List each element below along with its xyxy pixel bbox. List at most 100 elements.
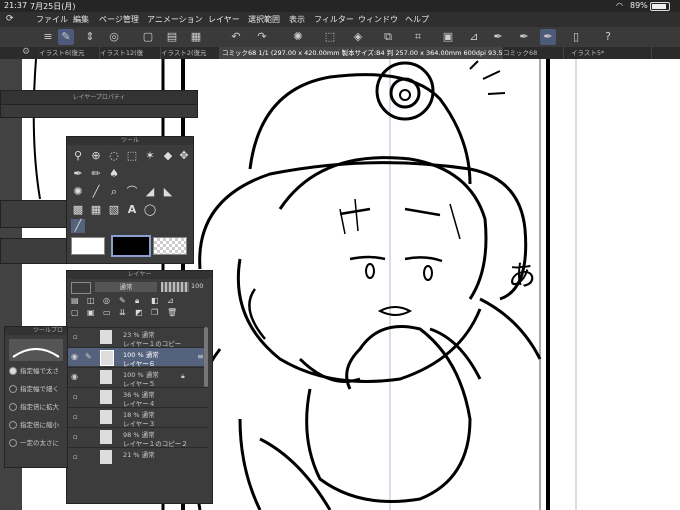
menu-help[interactable]: ヘルプ — [405, 14, 429, 25]
opacity-value[interactable]: 100 — [191, 282, 203, 290]
pen-tool-icon[interactable]: ✒ — [71, 167, 85, 181]
image-icon[interactable]: ▣ — [440, 29, 456, 45]
eyedropper-icon[interactable]: ⚲ — [71, 149, 85, 163]
visibility-off-icon[interactable]: ▫ — [73, 453, 78, 461]
settings-icon[interactable]: ⚙ — [22, 47, 30, 57]
layer-row[interactable]: ▫ 98 % 通常 レイヤー１のコピー２ — [67, 427, 208, 448]
pencil-icon[interactable]: ✏ — [89, 167, 103, 181]
tab-illust2[interactable]: イラスト2(復元 — [158, 47, 222, 59]
line-icon[interactable]: ╱ — [89, 185, 103, 199]
layer-row[interactable]: ▫ 21 % 通常 — [67, 447, 208, 464]
visibility-off-icon[interactable]: ▫ — [73, 333, 78, 341]
device-icon[interactable]: ▯ — [568, 29, 584, 45]
visibility-off-icon[interactable]: ▫ — [73, 393, 78, 401]
menu-file[interactable]: ファイル — [36, 14, 68, 25]
draft-icon[interactable]: ✎ — [119, 296, 126, 305]
clip-icon[interactable]: ◫ — [87, 296, 95, 305]
eye-icon[interactable]: ◉ — [71, 352, 78, 361]
ruler-link-icon[interactable]: ⊿ — [167, 296, 174, 305]
frame-icon[interactable]: ▦ — [89, 203, 103, 217]
menu-view[interactable]: 表示 — [289, 14, 305, 25]
menu-animation[interactable]: アニメーション — [147, 14, 203, 25]
tab-comic68[interactable]: コミック68 — [500, 47, 564, 59]
layer-color-box-icon[interactable] — [71, 282, 91, 294]
blend-icon[interactable]: ⌒ — [125, 185, 139, 199]
transparent-color-swatch[interactable] — [153, 237, 187, 255]
paint-icon[interactable]: ◣ — [161, 185, 175, 199]
copy-layer-icon[interactable]: ❐ — [151, 308, 158, 317]
fill-bucket-icon[interactable]: ◢ — [143, 185, 157, 199]
main-color-swatch[interactable] — [71, 237, 105, 255]
menu-page[interactable]: ページ管理 — [99, 14, 139, 25]
visibility-off-icon[interactable]: ▫ — [73, 433, 78, 441]
layer-row[interactable]: ▫ 18 % 通常 レイヤー３ — [67, 407, 208, 428]
new-vector-layer-icon[interactable]: ▣ — [87, 308, 95, 317]
mask-add-icon[interactable]: ◩ — [135, 308, 143, 317]
eraser-icon[interactable]: ◆ — [161, 149, 175, 163]
redo-icon[interactable]: ↷ — [254, 29, 270, 45]
tab-illust12[interactable]: イラスト12(復 — [97, 47, 161, 59]
radio-icon[interactable] — [9, 421, 17, 429]
help-icon[interactable]: ? — [600, 29, 616, 45]
save-icon[interactable]: ▦ — [188, 29, 204, 45]
layer-row[interactable]: ▫ 36 % 通常 レイヤー４ — [67, 387, 208, 408]
radio-icon[interactable] — [9, 439, 17, 447]
undo-icon[interactable]: ↶ — [228, 29, 244, 45]
new-folder-icon[interactable]: ▭ — [103, 308, 111, 317]
open-file-icon[interactable]: ▤ — [164, 29, 180, 45]
radio-icon[interactable] — [9, 403, 17, 411]
stepper-icon[interactable]: ⇕ — [82, 29, 98, 45]
menu-filter[interactable]: フィルター — [314, 14, 354, 25]
option-row[interactable]: 指定倍に拡大 — [9, 401, 59, 413]
mask-icon[interactable]: ◧ — [151, 296, 159, 305]
lock-icon[interactable]: 🔒︎ — [135, 296, 139, 306]
text-tool-icon[interactable]: A — [125, 203, 139, 217]
menu-layer[interactable]: レイヤー — [208, 14, 240, 25]
balloon-icon[interactable]: ◯ — [143, 203, 157, 217]
option-row[interactable]: 指定倍に縮小 — [9, 419, 59, 431]
app-logo-icon[interactable]: ⟳ — [6, 14, 14, 24]
marquee-icon[interactable]: ⬚ — [125, 149, 139, 163]
airbrush-icon[interactable]: ✺ — [71, 185, 85, 199]
fill-icon[interactable]: ◈ — [350, 29, 366, 45]
correct-line-icon[interactable]: ╱ — [71, 219, 85, 233]
merge-down-icon[interactable]: ⇊ — [119, 308, 126, 317]
crop-icon[interactable]: ⌗ — [410, 29, 426, 45]
ruler-icon[interactable]: ⊿ — [466, 29, 482, 45]
gradient-icon[interactable]: ▩ — [71, 203, 85, 217]
tab-comic68-active[interactable]: コミック68 1/1 (297.00 x 420.00mm 製本サイズ:B4 判… — [219, 47, 503, 59]
visibility-off-icon[interactable]: ▫ — [73, 413, 78, 421]
sub-color-swatch[interactable] — [111, 235, 151, 257]
blend-mode-select[interactable]: 通常 — [95, 282, 157, 292]
move-icon[interactable]: ✥ — [177, 149, 191, 163]
lasso-icon[interactable]: ◌ — [107, 149, 121, 163]
menu-window[interactable]: ウィンドウ — [358, 14, 398, 25]
lock-alpha-icon[interactable]: ▤ — [71, 296, 79, 305]
menu-edit[interactable]: 編集 — [73, 14, 89, 25]
radio-icon[interactable] — [9, 385, 17, 393]
opacity-slider[interactable] — [161, 282, 189, 292]
option-row[interactable]: 一定の太さに — [9, 437, 59, 449]
brush-icon[interactable]: ♠ — [107, 167, 121, 181]
pen-active-icon[interactable]: ✒ — [540, 29, 556, 45]
layer-scrollbar[interactable] — [204, 327, 208, 387]
menu-selection[interactable]: 選択範囲 — [248, 14, 280, 25]
brush-mode-icon[interactable]: ✎ — [58, 29, 74, 45]
select-icon[interactable]: ⬚ — [322, 29, 338, 45]
new-raster-layer-icon[interactable]: ▢ — [71, 308, 79, 317]
eye-icon[interactable]: ◉ — [71, 372, 78, 381]
trash-icon[interactable]: 🗑︎ — [167, 308, 177, 317]
reference-icon[interactable]: ◎ — [103, 296, 110, 305]
search-tool-icon[interactable]: ⌕ — [107, 185, 121, 199]
layer-row[interactable]: ◉ 100 % 通常 レイヤー５ 🔒︎ — [67, 367, 208, 388]
layer-row[interactable]: ▫ 23 % 通常 レイヤー１のコピー — [67, 327, 208, 348]
new-file-icon[interactable]: ▢ — [140, 29, 156, 45]
pen-icon[interactable]: ✒ — [490, 29, 506, 45]
layer-row-selected[interactable]: ◉ ✎ 100 % 通常 レイヤー６ ≡ — [67, 347, 208, 368]
zoom-icon[interactable]: ⊕ — [89, 149, 103, 163]
ruler-tool-icon[interactable]: ▧ — [107, 203, 121, 217]
tab-illust6[interactable]: イラスト6(復元 — [36, 47, 100, 59]
hamburger-icon[interactable]: ≡ — [40, 29, 56, 45]
loading-icon[interactable]: ✺ — [290, 29, 306, 45]
option-row[interactable]: 指定幅で細く — [9, 383, 59, 395]
